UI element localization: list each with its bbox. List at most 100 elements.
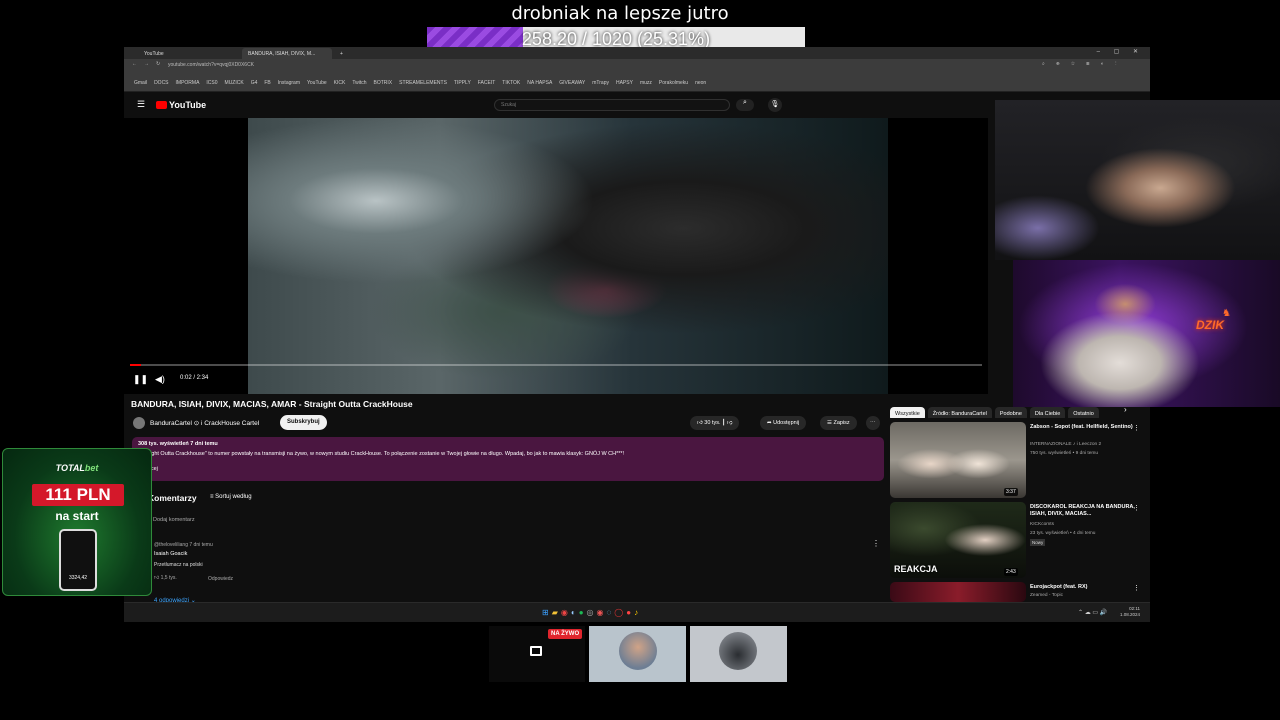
share-button[interactable]: ➦ Udostępnij bbox=[760, 416, 807, 430]
video-time: 0:02 / 2:34 bbox=[180, 375, 209, 381]
youtube-logo[interactable]: YouTube bbox=[156, 100, 206, 110]
app-icon[interactable]: ♪ bbox=[634, 608, 641, 617]
system-tray-icons[interactable]: ⌃ ☁ ▭ 🔊 bbox=[1078, 609, 1107, 616]
recommended-more-icon[interactable]: ⋮ bbox=[1133, 584, 1140, 592]
pause-icon[interactable]: ❚❚ bbox=[133, 374, 148, 385]
chip-similar[interactable]: Podobne bbox=[994, 407, 1027, 418]
save-label: Zapisz bbox=[833, 420, 850, 426]
description-more[interactable]: ...więcej bbox=[138, 466, 878, 472]
bookmark[interactable]: ICS0 bbox=[206, 80, 217, 86]
comment-author[interactable]: @theloveliliang 7 dni temu bbox=[154, 542, 213, 548]
volume-icon[interactable]: ◀) bbox=[155, 374, 165, 385]
app-icon[interactable]: ◯ bbox=[614, 608, 626, 617]
bookmark[interactable]: Gmail bbox=[134, 80, 147, 86]
video-progress-bar[interactable] bbox=[130, 364, 982, 366]
like-button[interactable]: 👍︎ 30 tys. ┃ 👎︎ bbox=[690, 416, 740, 430]
bookmark[interactable]: YouTube bbox=[307, 80, 327, 86]
bookmark[interactable]: NA HAPSA bbox=[527, 80, 552, 86]
recommended-title[interactable]: Eurojackpot (feat. RX) bbox=[1030, 584, 1138, 591]
bookmark[interactable]: FACEIT bbox=[478, 80, 496, 86]
search-icon[interactable]: ⌕ bbox=[736, 99, 754, 111]
clock-date: 1.08.2024 bbox=[1120, 612, 1141, 617]
recommended-title[interactable]: Zabson - Sopot (feat. Hellfield, Sentino… bbox=[1030, 424, 1138, 431]
like-count: 30 tys. bbox=[704, 420, 721, 426]
steam-icon[interactable]: ◐ bbox=[571, 608, 579, 617]
bookmark[interactable]: Twitch bbox=[352, 80, 366, 86]
app-icon[interactable]: ● bbox=[626, 608, 634, 617]
translate-link[interactable]: Przetłumacz na polski bbox=[154, 562, 203, 568]
bookmark[interactable]: TIPPLY bbox=[454, 80, 471, 86]
reply-button[interactable]: Odpowiedz bbox=[208, 576, 233, 582]
folder-icon[interactable]: ▰ bbox=[552, 608, 561, 617]
thumbs-down-icon[interactable]: ┃ 👎︎ bbox=[720, 420, 732, 426]
recommended-channel[interactable]: INTERNAZIONALE ♪ i Leeczon 2 bbox=[1030, 442, 1101, 447]
bookmark[interactable]: MUZICK bbox=[225, 80, 244, 86]
save-button[interactable]: ☰ Zapisz bbox=[820, 416, 857, 430]
video-description[interactable]: 308 tys. wyświetleń 7 dni temu "Straight… bbox=[132, 437, 884, 481]
video-duration: 2:43 bbox=[1004, 568, 1018, 576]
recommended-more-icon[interactable]: ⋮ bbox=[1133, 424, 1140, 432]
video-progress-played bbox=[130, 364, 142, 366]
subscribe-button[interactable]: Subskrybuj bbox=[280, 415, 327, 430]
more-actions-icon[interactable]: ⋯ bbox=[866, 416, 880, 430]
bookmark[interactable]: TIKTOK bbox=[502, 80, 520, 86]
youtube-logo-text: YouTube bbox=[169, 100, 207, 110]
bookmark[interactable]: Porakolmeku bbox=[659, 80, 688, 86]
chip-source[interactable]: Źródło: BanduraCartel bbox=[927, 407, 992, 418]
video-thumbnail[interactable] bbox=[890, 582, 1026, 602]
bookmark[interactable]: BOTRIX bbox=[374, 80, 393, 86]
microphone-icon[interactable]: 🎙 bbox=[768, 98, 782, 112]
phone-icon: 3324,42 bbox=[59, 529, 97, 591]
recommended-more-icon[interactable]: ⋮ bbox=[1133, 504, 1140, 512]
chip-recent[interactable]: Ostatnio bbox=[1068, 407, 1099, 418]
recommended-title[interactable]: DISCOKAROL REAKCJA NA BANDURA, ISIAH, DI… bbox=[1030, 504, 1138, 518]
sort-comments-button[interactable]: ≡ Sortuj według bbox=[210, 494, 252, 500]
taskbar-clock[interactable]: 02:11 1.08.2024 bbox=[1120, 606, 1140, 618]
bookmark[interactable]: muzz bbox=[640, 80, 652, 86]
bookmark[interactable]: GIVEAWAY bbox=[559, 80, 585, 86]
bookmark[interactable]: DOCS bbox=[154, 80, 168, 86]
window-controls[interactable]: – ▢ ✕ bbox=[1097, 48, 1144, 55]
bookmark[interactable]: G4 bbox=[251, 80, 258, 86]
video-thumbnail[interactable] bbox=[890, 422, 1026, 498]
chip-all[interactable]: Wszystkie bbox=[890, 407, 925, 418]
bookmark[interactable]: Instagram bbox=[278, 80, 300, 86]
channel-name[interactable]: BanduraCartel ⊙ i CrackHouse Cartel bbox=[150, 419, 259, 427]
tab-video[interactable]: BANDURA, ISIAH, DIVIX, M... bbox=[242, 48, 332, 59]
chip-for-you[interactable]: Dla Ciebie bbox=[1029, 407, 1066, 418]
recommended-channel[interactable]: KICKcomts bbox=[1030, 522, 1054, 527]
bookmark[interactable]: STREAMELEMENTS bbox=[399, 80, 447, 86]
bookmark[interactable]: neon bbox=[695, 80, 706, 86]
hamburger-menu-icon[interactable]: ☰ bbox=[137, 99, 145, 110]
app-icon[interactable]: ◉ bbox=[597, 608, 607, 617]
reload-icon[interactable]: ↻ bbox=[156, 61, 160, 67]
video-frame bbox=[248, 118, 888, 394]
bookmark[interactable]: KICK bbox=[334, 80, 346, 86]
search-input[interactable]: Szukaj bbox=[494, 99, 730, 111]
back-icon[interactable]: ← bbox=[132, 61, 137, 67]
comment-more-icon[interactable]: ⋮ bbox=[872, 539, 880, 548]
bookmark[interactable]: FB bbox=[264, 80, 270, 86]
channel-avatar[interactable] bbox=[133, 417, 145, 429]
new-tab-button[interactable]: + bbox=[334, 48, 346, 59]
bookmark[interactable]: HAPSY bbox=[616, 80, 633, 86]
tab-label: BANDURA, ISIAH, DIVIX, M... bbox=[248, 51, 316, 57]
url-field[interactable]: youtube.com/watch?v=qvqj0XD0X6CK bbox=[168, 62, 254, 68]
ad-brand-a: TOTAL bbox=[55, 463, 85, 473]
bookmark[interactable]: mTrapy bbox=[592, 80, 609, 86]
video-player[interactable]: ❚❚ ◀) 0:02 / 2:34 bbox=[124, 118, 988, 394]
video-duration: 3:37 bbox=[1004, 488, 1018, 496]
add-comment-input[interactable]: Dodaj komentarz bbox=[153, 517, 195, 523]
ad-brand-b: bet bbox=[84, 463, 99, 473]
spotify-icon[interactable]: ● bbox=[579, 608, 587, 617]
forward-icon[interactable]: → bbox=[144, 61, 149, 67]
comment-likes[interactable]: 👍︎ 1,5 tys. bbox=[154, 575, 177, 581]
windows-start-icon[interactable]: ⊞ bbox=[542, 608, 552, 617]
obs-icon[interactable]: ◎ bbox=[587, 608, 597, 617]
taskbar-app-icons[interactable]: ⊞▰◉◐●◎◉◌◯●♪ bbox=[542, 608, 641, 617]
browser-extension-icons[interactable]: ⌕ ⊕ ☆ ⊞ ◐ ⋮ bbox=[1042, 61, 1122, 67]
recommended-channel[interactable]: Zeamed - Topic bbox=[1030, 593, 1063, 598]
tab-youtube[interactable]: YouTube bbox=[138, 48, 222, 59]
bookmark[interactable]: IMPORMA bbox=[176, 80, 200, 86]
chrome-icon[interactable]: ◉ bbox=[561, 608, 571, 617]
